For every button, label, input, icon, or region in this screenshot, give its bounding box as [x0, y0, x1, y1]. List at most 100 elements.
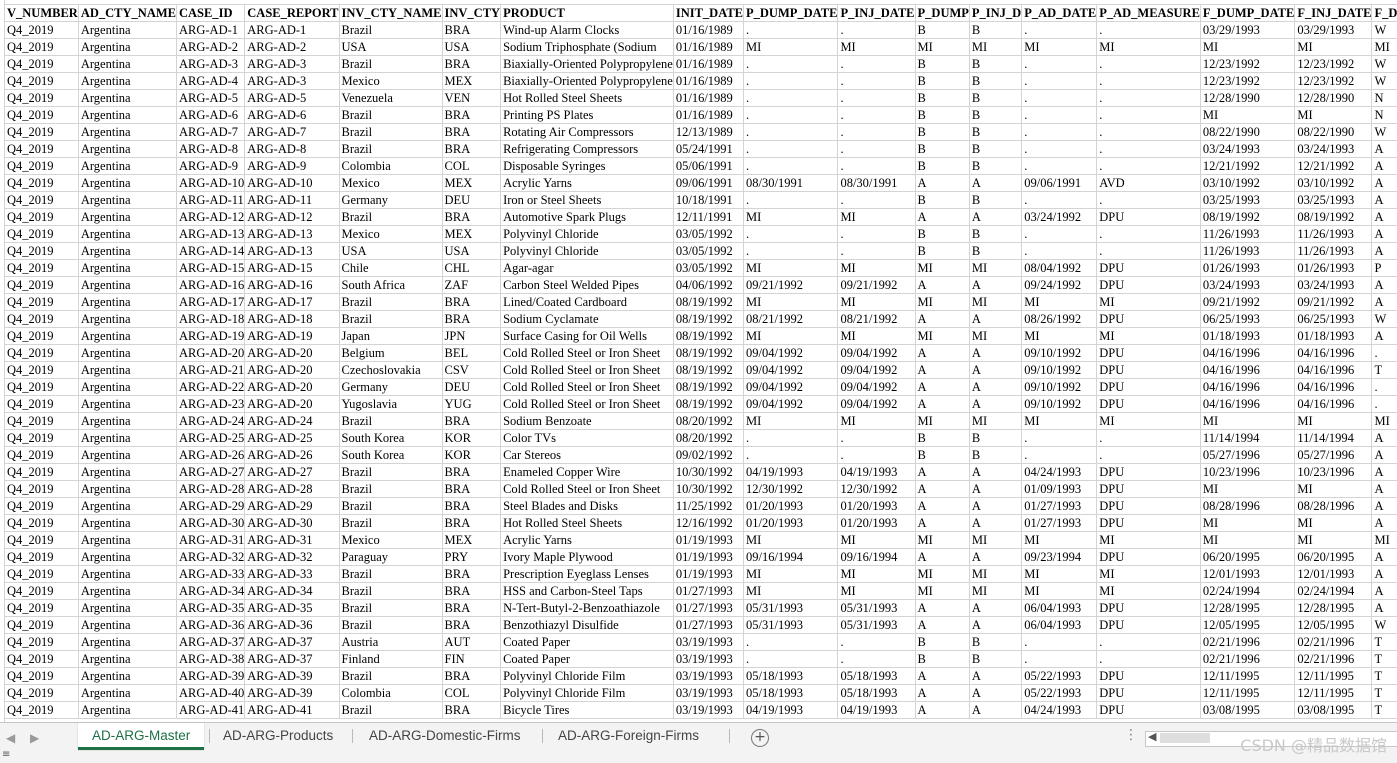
table-cell[interactable]: Cold Rolled Steel or Iron Sheet — [500, 378, 674, 396]
table-cell[interactable]: A — [914, 701, 970, 719]
table-cell[interactable]: Cold Rolled Steel or Iron Sheet — [500, 361, 674, 379]
table-cell[interactable]: Argentina — [77, 582, 177, 600]
table-cell[interactable]: Brazil — [338, 208, 443, 226]
table-cell[interactable]: MI — [837, 293, 916, 311]
table-cell[interactable]: MI — [742, 531, 839, 549]
table-cell[interactable]: Q4_2019 — [4, 446, 79, 464]
table-cell[interactable]: 01/09/1993 — [1021, 480, 1098, 498]
table-cell[interactable]: Brazil — [338, 412, 443, 430]
table-cell[interactable]: MI — [968, 531, 1023, 549]
table-cell[interactable]: 05/31/1993 — [837, 599, 916, 617]
table-cell[interactable]: B — [914, 650, 970, 668]
table-cell[interactable]: MI — [968, 565, 1023, 583]
table-cell[interactable]: 06/04/1993 — [1021, 599, 1098, 617]
table-cell[interactable]: 01/16/1989 — [672, 21, 745, 39]
table-cell[interactable]: Q4_2019 — [4, 701, 79, 719]
table-cell[interactable]: 03/19/1993 — [672, 650, 745, 668]
table-cell[interactable]: 12/30/1992 — [837, 480, 916, 498]
table-cell[interactable]: A — [968, 497, 1023, 515]
table-cell[interactable]: . — [1096, 191, 1201, 209]
table-cell[interactable]: . — [837, 123, 916, 141]
table-cell[interactable]: MI — [1199, 531, 1296, 549]
table-cell[interactable]: MI — [1199, 106, 1296, 124]
table-cell[interactable]: A — [914, 276, 970, 294]
table-cell[interactable]: BRA — [441, 480, 502, 498]
table-cell[interactable]: A — [914, 395, 970, 413]
table-cell[interactable]: . — [1021, 242, 1098, 260]
table-cell[interactable]: . — [1371, 378, 1397, 396]
table-cell[interactable]: 12/16/1992 — [672, 514, 745, 532]
table-cell[interactable]: 12/23/1992 — [1294, 72, 1373, 90]
table-cell[interactable]: 03/24/1993 — [1294, 140, 1373, 158]
table-cell[interactable]: . — [1096, 140, 1201, 158]
tab-ad-arg-foreign-firms[interactable]: AD-ARG-Foreign-Firms — [544, 723, 713, 749]
table-cell[interactable]: Argentina — [77, 123, 177, 141]
table-cell[interactable]: 10/30/1992 — [672, 480, 745, 498]
table-cell[interactable]: . — [837, 21, 916, 39]
table-cell[interactable]: ARG-AD-27 — [244, 463, 340, 481]
table-cell[interactable]: 01/16/1989 — [672, 38, 745, 56]
table-cell[interactable]: Q4_2019 — [4, 276, 79, 294]
table-cell[interactable]: . — [742, 242, 839, 260]
table-cell[interactable]: Cold Rolled Steel or Iron Sheet — [500, 480, 674, 498]
table-cell[interactable]: Chile — [338, 259, 443, 277]
table-cell[interactable]: Brazil — [338, 497, 443, 515]
table-cell[interactable]: ARG-AD-41 — [244, 701, 340, 719]
table-cell[interactable]: Argentina — [77, 191, 177, 209]
table-cell[interactable]: . — [1096, 242, 1201, 260]
table-cell[interactable]: B — [968, 21, 1023, 39]
table-cell[interactable]: Polyvinyl Chloride — [500, 225, 674, 243]
table-cell[interactable]: 03/19/1993 — [672, 684, 745, 702]
table-cell[interactable]: Argentina — [77, 174, 177, 192]
table-cell[interactable]: Argentina — [77, 701, 177, 719]
table-cell[interactable]: BRA — [441, 667, 502, 685]
table-cell[interactable]: . — [837, 633, 916, 651]
table-cell[interactable]: Biaxially-Oriented Polypropylene — [500, 72, 674, 90]
table-cell[interactable]: 08/22/1990 — [1199, 123, 1296, 141]
table-cell[interactable]: 01/26/1993 — [1294, 259, 1373, 277]
table-cell[interactable]: 03/10/1992 — [1294, 174, 1373, 192]
table-cell[interactable]: HSS and Carbon-Steel Taps — [500, 582, 674, 600]
table-cell[interactable]: ARG-AD-21 — [175, 361, 246, 379]
table-cell[interactable]: Paraguay — [338, 548, 443, 566]
table-cell[interactable]: 06/20/1995 — [1294, 548, 1373, 566]
table-cell[interactable]: Argentina — [77, 208, 177, 226]
table-cell[interactable]: . — [837, 89, 916, 107]
table-cell[interactable]: MI — [1371, 38, 1397, 56]
table-cell[interactable]: MI — [1021, 327, 1098, 345]
table-cell[interactable]: 01/16/1989 — [672, 106, 745, 124]
table-cell[interactable]: MI — [914, 259, 970, 277]
table-cell[interactable]: A — [1371, 514, 1397, 532]
table-cell[interactable]: BRA — [441, 701, 502, 719]
table-cell[interactable]: A — [1371, 293, 1397, 311]
table-cell[interactable]: MI — [1199, 480, 1296, 498]
table-cell[interactable]: Germany — [338, 378, 443, 396]
table-cell[interactable]: ARG-AD-15 — [175, 259, 246, 277]
table-cell[interactable]: . — [1021, 446, 1098, 464]
table-cell[interactable]: BRA — [441, 582, 502, 600]
table-cell[interactable]: A — [914, 684, 970, 702]
table-cell[interactable]: BRA — [441, 463, 502, 481]
table-cell[interactable]: ARG-AD-26 — [244, 446, 340, 464]
table-cell[interactable]: ARG-AD-18 — [244, 310, 340, 328]
table-cell[interactable]: Brazil — [338, 599, 443, 617]
table-cell[interactable]: BRA — [441, 21, 502, 39]
table-cell[interactable]: A — [914, 616, 970, 634]
table-cell[interactable]: Q4_2019 — [4, 480, 79, 498]
table-cell[interactable]: MI — [968, 293, 1023, 311]
table-cell[interactable]: 05/31/1993 — [742, 616, 839, 634]
table-cell[interactable]: W — [1371, 55, 1397, 73]
table-cell[interactable]: Argentina — [77, 378, 177, 396]
table-cell[interactable]: 09/16/1994 — [742, 548, 839, 566]
table-cell[interactable]: . — [837, 55, 916, 73]
table-cell[interactable]: 09/10/1992 — [1021, 361, 1098, 379]
table-cell[interactable]: . — [742, 429, 839, 447]
table-cell[interactable]: CHL — [441, 259, 502, 277]
table-cell[interactable]: 03/25/1993 — [1199, 191, 1296, 209]
table-cell[interactable]: ZAF — [441, 276, 502, 294]
table-cell[interactable]: ARG-AD-17 — [175, 293, 246, 311]
table-cell[interactable]: A — [1371, 140, 1397, 158]
table-cell[interactable]: DPU — [1096, 701, 1201, 719]
table-cell[interactable]: 11/26/1993 — [1294, 242, 1373, 260]
column-header[interactable]: P_INJ_DATE — [837, 4, 916, 22]
